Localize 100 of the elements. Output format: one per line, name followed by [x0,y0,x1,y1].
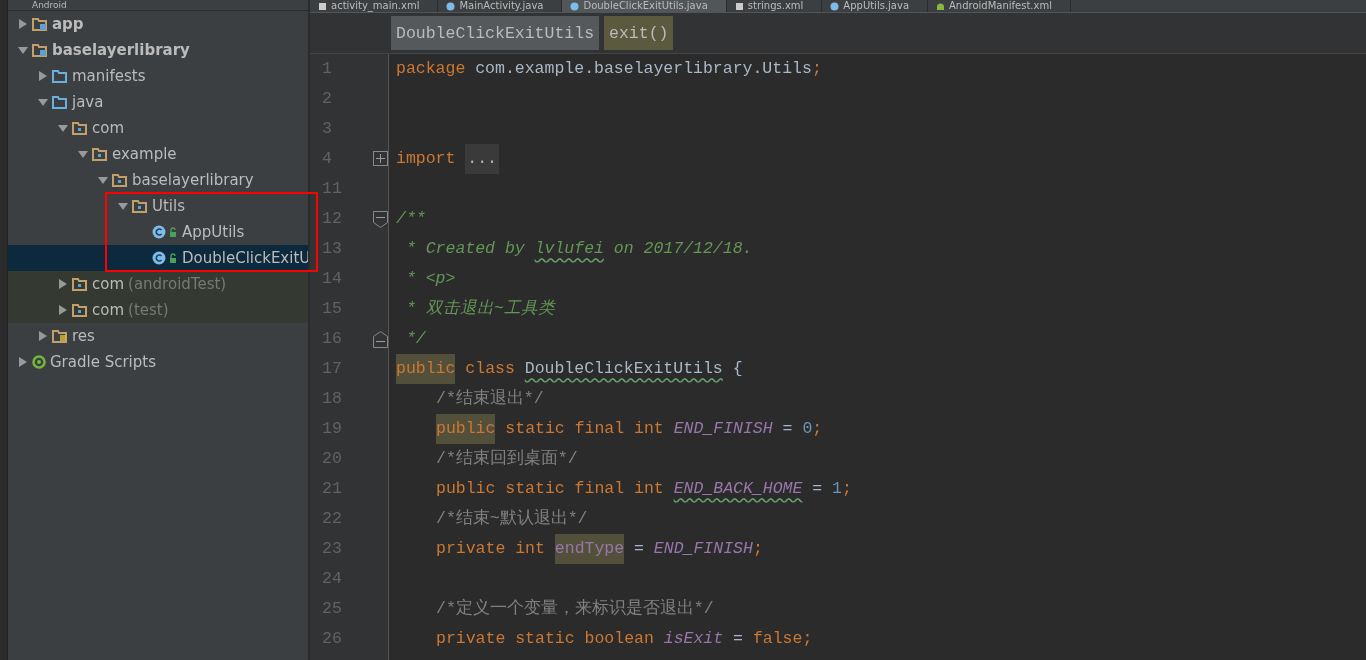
tree-item[interactable]: AppUtils [8,219,308,245]
tree-item[interactable]: baselayerlibrary [8,167,308,193]
tree-item[interactable]: manifests [8,63,308,89]
code-token: lvlufei [534,238,604,260]
tab-label: AndroidManifest.xml [949,0,1052,12]
tab-label: activity_main.xml [331,0,420,12]
package-folder-icon [132,199,148,213]
code-token: DoubleClickExitUtils [524,358,723,380]
code-token: = [633,538,645,560]
folder-icon [52,69,68,83]
code-token: 1 [832,478,842,500]
panel-title: Android [8,0,308,11]
code-token: /*结束退出*/ [436,388,544,410]
folded-code[interactable]: ... [465,144,500,174]
tree-item[interactable]: java [8,89,308,115]
expand-arrow-icon[interactable] [18,357,28,367]
tree-item-suffix: (test) [128,301,169,319]
tree-item[interactable]: com [8,115,308,141]
code-token: package [396,58,466,80]
tree-item[interactable]: res [8,323,308,349]
module-folder-icon [32,43,48,57]
code-token: isExit [663,628,724,650]
code-token: * <p> [404,268,456,290]
file-icon [318,1,327,11]
collapse-arrow-icon[interactable] [118,201,128,211]
tree-item[interactable]: example [8,141,308,167]
code-token: /*结束回到桌面*/ [436,448,578,470]
tree-item[interactable]: Utils [8,193,308,219]
code-token: private static boolean [436,628,655,650]
breadcrumb[interactable]: exit() [604,16,674,50]
code-token: * Created by [404,238,526,260]
tab-label: MainActivity.java [459,0,544,12]
collapse-arrow-icon[interactable] [98,175,108,185]
code-token: = [732,628,744,650]
code-token: { [731,358,743,380]
package-folder-icon [92,147,108,161]
breadcrumb[interactable]: DoubleClickExitUtils [391,16,600,50]
code-token: static final int [504,418,665,440]
code-token: /*结束~默认退出*/ [436,508,588,530]
code-token: ; [812,418,823,440]
editor-tab[interactable]: DoubleClickExitUtils.java [562,0,727,12]
tree-item[interactable]: com (androidTest) [8,271,308,297]
collapse-arrow-icon[interactable] [78,149,88,159]
code-token: ; [842,478,852,500]
package-folder-icon [112,173,128,187]
code-token: END_FINISH [673,418,773,440]
fold-collapse-icon[interactable] [373,211,388,228]
folder-icon [52,95,68,109]
expand-arrow-icon[interactable] [38,331,48,341]
collapse-arrow-icon[interactable] [38,97,48,107]
fold-expand-icon[interactable] [373,151,388,166]
code-token: 0 [802,418,813,440]
code-token: ; [811,58,822,80]
code-token: private int [436,538,546,560]
class-icon [830,1,840,11]
expand-arrow-icon[interactable] [58,279,68,289]
expand-arrow-icon[interactable] [38,71,48,81]
code-token: false; [752,628,813,650]
tree-item[interactable]: baselayerlibrary [8,37,308,63]
collapse-arrow-icon[interactable] [58,123,68,133]
expand-arrow-icon[interactable] [18,19,28,29]
tree-item[interactable]: Gradle Scripts [8,349,308,375]
package-folder-icon [72,277,88,291]
collapse-arrow-icon[interactable] [18,45,28,55]
code-token: */ [404,328,426,350]
class-icon [570,1,580,11]
code-token: on 2017/12/18. [612,238,753,260]
tab-label: AppUtils.java [843,0,910,12]
class-lock-icon [152,251,178,265]
expand-arrow-icon[interactable] [58,305,68,315]
code-token: /*定义一个变量，来标识是否退出*/ [436,597,714,620]
tab-label: DoubleClickExitUtils.java [583,0,708,12]
fold-end-icon[interactable] [373,331,388,348]
class-lock-icon [152,225,178,239]
tab-label: strings.xml [747,0,804,12]
code-token: = [811,478,824,500]
file-icon [734,1,744,11]
gradle-icon [32,355,46,369]
code-token: endType [554,534,625,564]
code-token: * 双击退出~工具类 [404,298,555,320]
code-token: public static final int [436,478,665,500]
module-folder-icon [32,17,48,31]
code-token: END_BACK_HOME [673,478,803,500]
code-token: com.example.baselayerlibrary.Utils [474,58,812,80]
code-token: import [396,148,457,170]
package-folder-icon [72,121,88,135]
resource-folder-icon [52,329,68,343]
code-token: public [396,354,456,384]
code-token: class [464,358,516,380]
class-icon [446,1,456,11]
tree-item[interactable]: app [8,11,308,37]
package-folder-icon [72,303,88,317]
android-icon [936,1,946,11]
code-token: END_FINISH [653,538,753,560]
tree-item[interactable]: com (test) [8,297,308,323]
code-token: = [781,418,794,440]
tree-item-suffix: (androidTest) [128,275,227,293]
code-token: public [436,414,496,444]
code-token: /** [396,208,426,230]
code-token: ; [752,538,763,560]
